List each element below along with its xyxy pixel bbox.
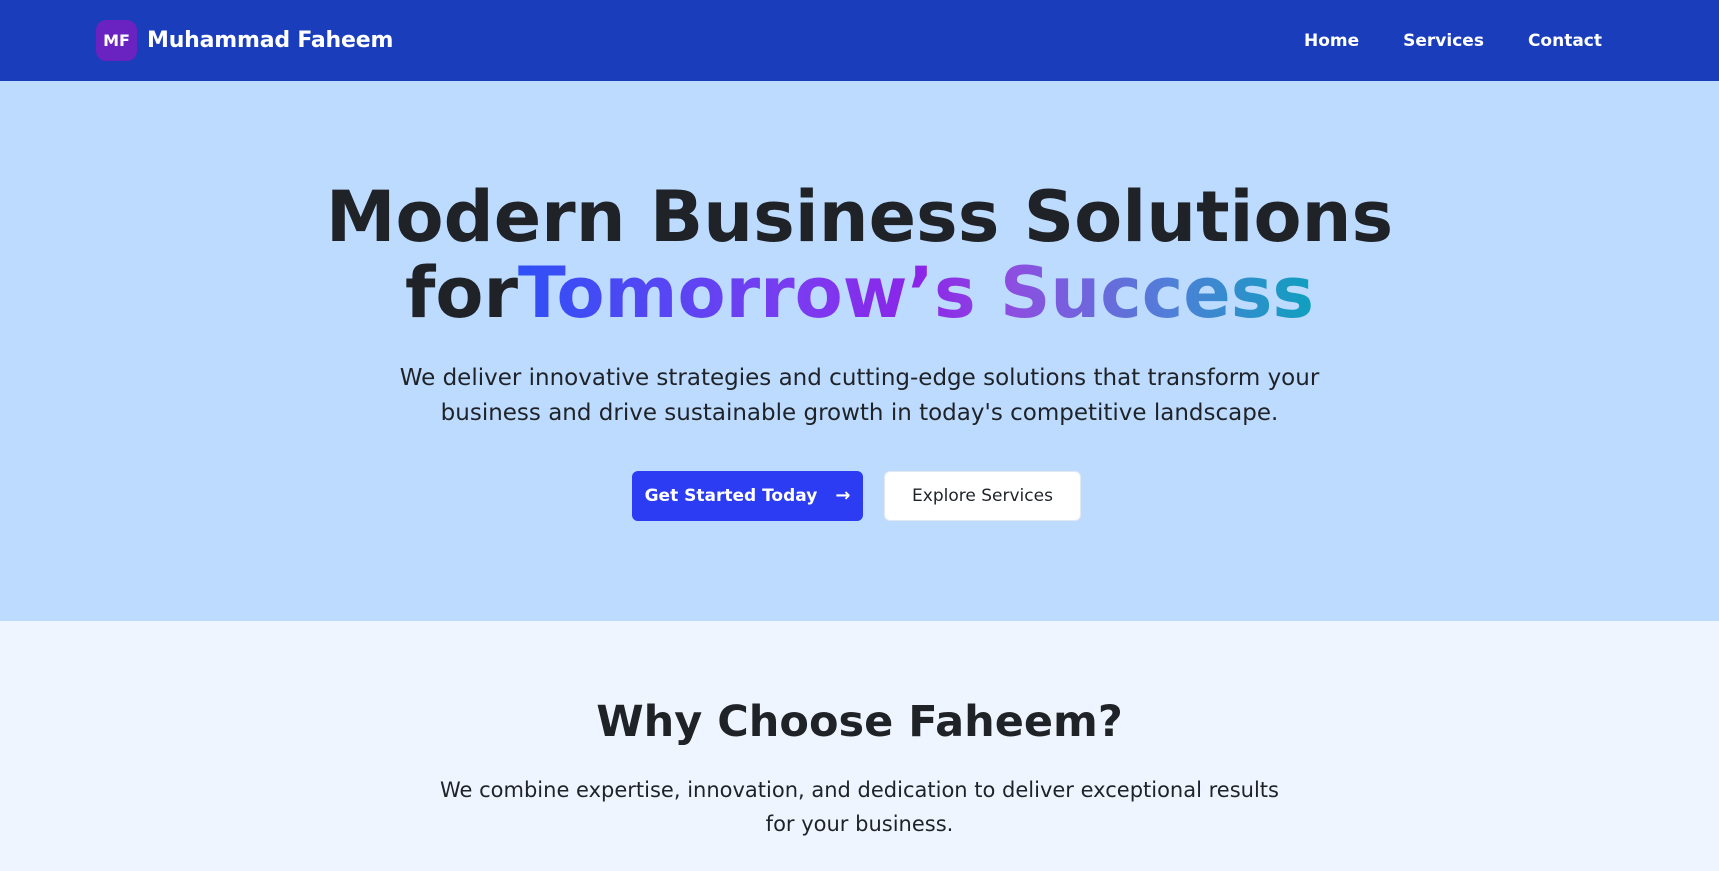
get-started-label: Get Started Today bbox=[644, 486, 818, 506]
arrow-right-icon: → bbox=[835, 485, 851, 506]
hero-title-line2: forTomorrow’s Success bbox=[0, 255, 1719, 331]
why-choose-subtitle: We combine expertise, innovation, and de… bbox=[440, 778, 1279, 836]
brand[interactable]: MF Muhammad Faheem bbox=[96, 20, 393, 61]
nav-services-link[interactable]: Services bbox=[1403, 31, 1484, 51]
main-nav: Home Services Contact bbox=[1260, 0, 1602, 81]
explore-services-button[interactable]: Explore Services bbox=[884, 471, 1081, 521]
nav-contact-link[interactable]: Contact bbox=[1528, 31, 1602, 51]
brand-name: Muhammad Faheem bbox=[147, 28, 394, 53]
hero-actions: Get Started Today → Explore Services bbox=[632, 471, 1081, 521]
nav-home-link[interactable]: Home bbox=[1304, 31, 1359, 51]
why-choose-section: Why Choose Faheem? We combine expertise,… bbox=[0, 621, 1719, 871]
hero-title: Modern Business Solutions forTomorrow’s … bbox=[0, 179, 1719, 331]
hero-title-gradient: Tomorrow’s Success bbox=[518, 252, 1315, 334]
hero-subtitle: We deliver innovative strategies and cut… bbox=[399, 365, 1320, 426]
why-choose-title: Why Choose Faheem? bbox=[596, 697, 1123, 747]
hero-title-line1: Modern Business Solutions bbox=[325, 176, 1394, 258]
top-navbar: MF Muhammad Faheem Home Services Contact bbox=[0, 0, 1719, 81]
hero-title-for: for bbox=[404, 252, 519, 334]
brand-logo-badge: MF bbox=[96, 20, 137, 61]
get-started-button[interactable]: Get Started Today → bbox=[632, 471, 863, 521]
hero-section: Modern Business Solutions forTomorrow’s … bbox=[0, 81, 1719, 621]
